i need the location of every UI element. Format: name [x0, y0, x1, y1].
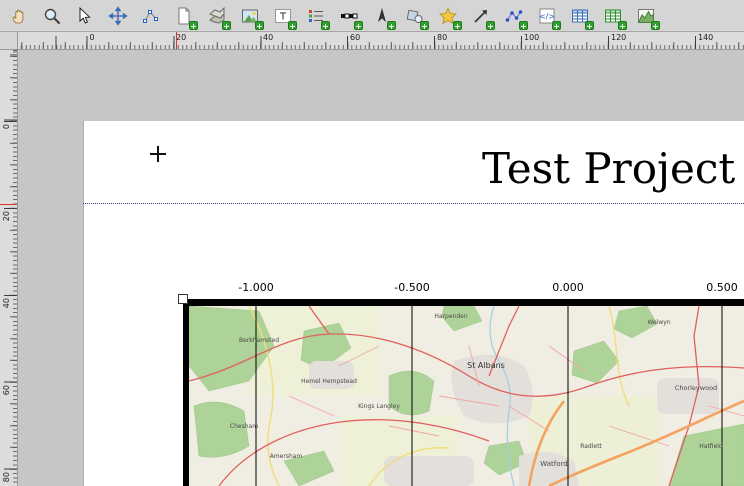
- add-badge-icon: +: [189, 21, 198, 30]
- add-marker-button[interactable]: +: [436, 4, 460, 28]
- select-move-item-button[interactable]: [73, 4, 97, 28]
- map-grid-label: 0.000: [552, 281, 584, 294]
- hruler-label: 100: [524, 33, 539, 42]
- add-page-button[interactable]: +: [172, 4, 196, 28]
- vruler-label: 0: [2, 124, 11, 129]
- map-item[interactable]: St Albans Hemel Hempstead Chorleywood Wa…: [189, 306, 744, 486]
- add-html-button[interactable]: </> +: [535, 4, 559, 28]
- map-place-label: Hatfield: [699, 443, 723, 450]
- hruler-label: 0: [90, 33, 95, 42]
- map-grid-label: 0.500: [706, 281, 738, 294]
- add-fixed-table-button[interactable]: +: [601, 4, 625, 28]
- zoom-button[interactable]: [40, 4, 64, 28]
- map-place-label: St Albans: [467, 361, 505, 370]
- svg-text:T: T: [279, 11, 287, 22]
- hruler-label: 140: [698, 33, 713, 42]
- map-grid-label: -0.500: [394, 281, 429, 294]
- add-legend-button[interactable]: +: [304, 4, 328, 28]
- map-place-label: Chesham: [230, 423, 258, 430]
- map-canvas: St Albans Hemel Hempstead Chorleywood Wa…: [189, 306, 744, 486]
- add-badge-icon: +: [321, 21, 330, 30]
- hruler-label: 80: [437, 33, 447, 42]
- page-title-label-item[interactable]: Test Project: [482, 144, 735, 193]
- add-badge-icon: +: [222, 21, 231, 30]
- vruler-label: 20: [2, 211, 11, 221]
- add-shape-button[interactable]: +: [403, 4, 427, 28]
- map-place-label: Chorleywood: [675, 384, 717, 392]
- add-badge-icon: +: [453, 21, 462, 30]
- add-north-arrow-button[interactable]: +: [370, 4, 394, 28]
- add-badge-icon: +: [387, 21, 396, 30]
- add-label-button[interactable]: T +: [271, 4, 295, 28]
- move-item-content-button[interactable]: [106, 4, 130, 28]
- edit-nodes-icon: [141, 6, 161, 26]
- map-place-label: Amersham: [270, 453, 303, 460]
- vruler-label: 80: [2, 472, 11, 482]
- ruler-corner: [0, 32, 18, 50]
- add-badge-icon: +: [354, 21, 363, 30]
- map-place-label: Hemel Hempstead: [301, 378, 357, 385]
- add-attribute-table-button[interactable]: +: [568, 4, 592, 28]
- add-badge-icon: +: [519, 21, 528, 30]
- add-arrow-button[interactable]: +: [469, 4, 493, 28]
- map-place-label: Harpenden: [434, 313, 467, 320]
- add-badge-icon: +: [420, 21, 429, 30]
- crosshair-cursor: [150, 153, 166, 155]
- add-picture-button[interactable]: +: [238, 4, 262, 28]
- map-place-label: Welwyn: [647, 319, 670, 326]
- hruler-cursor-marker: [176, 32, 177, 50]
- hruler-label: 20: [176, 33, 186, 42]
- map-resize-handle[interactable]: [178, 294, 188, 304]
- add-badge-icon: +: [651, 21, 660, 30]
- add-3d-map-button[interactable]: +: [205, 4, 229, 28]
- pan-hand-icon: [9, 6, 29, 26]
- add-badge-icon: +: [486, 21, 495, 30]
- magnifier-icon: [42, 6, 62, 26]
- vruler-label: 60: [2, 385, 11, 395]
- pan-button[interactable]: [7, 4, 31, 28]
- add-badge-icon: +: [552, 21, 561, 30]
- map-frame-top: [183, 299, 744, 306]
- layout-toolbar: + + + T + + + + + + + + </> +: [0, 0, 744, 32]
- vertical-ruler[interactable]: 0 20 40 60 80: [0, 50, 18, 486]
- hruler-label: 60: [350, 33, 360, 42]
- map-place-label: Radlett: [580, 443, 602, 450]
- add-scalebar-button[interactable]: +: [337, 4, 361, 28]
- hruler-label: 120: [611, 33, 626, 42]
- add-badge-icon: +: [585, 21, 594, 30]
- svg-text:</>: </>: [539, 12, 555, 21]
- cursor-arrow-icon: [75, 6, 95, 26]
- hruler-major-ticks: [18, 36, 744, 49]
- vruler-cursor-marker: [0, 204, 18, 205]
- hruler-label: 40: [263, 33, 273, 42]
- layout-canvas[interactable]: Test Project -1.000 -0.500 0.000 0.500: [18, 50, 744, 486]
- add-badge-icon: +: [288, 21, 297, 30]
- add-badge-icon: +: [255, 21, 264, 30]
- vruler-major-ticks: [4, 50, 17, 486]
- map-place-label: Berkhamsted: [239, 337, 279, 344]
- map-place-label: Kings Langley: [358, 403, 400, 410]
- qgis-print-layout-window: { "toolbar": { "icons": [ {"name": "pan"…: [0, 0, 744, 486]
- horizontal-ruler[interactable]: 0 20 40 60 80 100 120 140: [18, 32, 744, 50]
- four-way-arrows-icon: [108, 6, 128, 26]
- add-node-item-button[interactable]: +: [502, 4, 526, 28]
- snap-guide-line[interactable]: [83, 203, 744, 204]
- map-place-label: Watford: [540, 460, 567, 468]
- map-grid-label: -1.000: [238, 281, 273, 294]
- vruler-label: 40: [2, 298, 11, 308]
- add-elevation-profile-button[interactable]: +: [634, 4, 658, 28]
- edit-nodes-item-button[interactable]: [139, 4, 163, 28]
- add-badge-icon: +: [618, 21, 627, 30]
